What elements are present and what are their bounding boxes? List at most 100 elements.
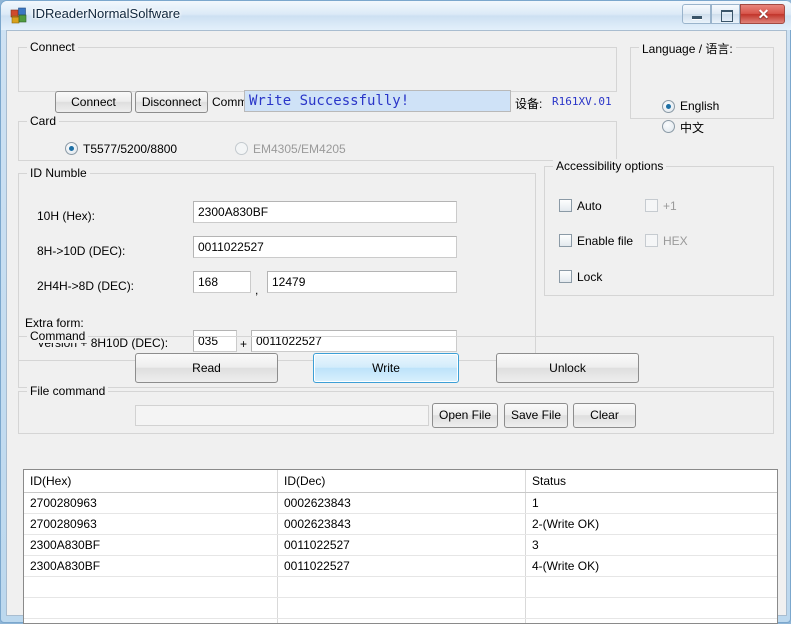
close-icon: ✕ <box>757 6 770 22</box>
card-group-title: Card <box>27 114 60 128</box>
row-divider-1 <box>277 598 278 618</box>
table-cell-status: 4-(Write OK) <box>532 559 600 573</box>
row-divider-2 <box>525 577 526 597</box>
label-extra-form: Extra form: <box>25 316 84 330</box>
label-2h4h-8d: 2H4H->8D (DEC): <box>37 279 135 293</box>
row-divider-1 <box>277 535 278 555</box>
table-cell-idhex: 2300A830BF <box>30 538 101 552</box>
maximize-button[interactable] <box>711 4 740 24</box>
label-language-english: English <box>680 99 720 113</box>
radio-language-chinese[interactable] <box>662 120 675 133</box>
table-cell-status: 2-(Write OK) <box>532 517 600 531</box>
row-divider-1 <box>277 556 278 576</box>
save-file-button[interactable]: Save File <box>504 403 568 428</box>
table-row[interactable] <box>24 598 777 619</box>
comm-status-field[interactable]: Write Successfully! <box>244 90 511 112</box>
label-hex: HEX <box>663 234 688 248</box>
column-header-id-dec[interactable]: ID(Dec) <box>278 470 325 492</box>
table-cell-iddec: 0011022527 <box>284 559 350 573</box>
minimize-icon <box>692 16 702 20</box>
table-cell-idhex: 2700280963 <box>30 517 97 531</box>
radio-card-t5577[interactable] <box>65 142 78 155</box>
label-lock: Lock <box>577 270 603 284</box>
table-row[interactable] <box>24 577 777 598</box>
table-cell-iddec: 0011022527 <box>284 538 350 552</box>
input-2h4h-8d-b[interactable]: 12479 <box>267 271 457 293</box>
connect-group-title: Connect <box>27 40 78 54</box>
row-divider-2 <box>525 514 526 534</box>
column-divider-1[interactable] <box>277 470 278 492</box>
radio-language-english[interactable] <box>662 100 675 113</box>
app-icon <box>10 7 27 24</box>
input-2h4h-8d-a[interactable]: 168 <box>193 271 251 293</box>
table-row[interactable]: 2700280963 0002623843 1 <box>24 493 777 514</box>
table-cell-status: 3 <box>532 538 539 552</box>
row-divider-1 <box>277 619 278 623</box>
radio-card-em4305 <box>235 142 248 155</box>
client-area: Connect Connect Disconnect Comm Write Su… <box>6 30 787 624</box>
input-8h-10d[interactable]: 0011022527 <box>193 236 457 258</box>
row-divider-2 <box>525 619 526 623</box>
connect-button[interactable]: Connect <box>55 91 132 113</box>
title-bar: IDReaderNormalSolfware ✕ <box>1 1 791 30</box>
device-value: R161XV.01 <box>552 95 612 108</box>
close-button[interactable]: ✕ <box>740 4 785 24</box>
label-card-t5577: T5577/5200/8800 <box>83 142 178 156</box>
window-title: IDReaderNormalSolfware <box>32 6 181 21</box>
row-divider-1 <box>277 514 278 534</box>
label-card-em4305: EM4305/EM4205 <box>253 142 346 156</box>
row-divider-1 <box>277 493 278 513</box>
column-header-status[interactable]: Status <box>526 470 566 492</box>
label-language-chinese: 中文 <box>680 121 705 135</box>
write-button[interactable]: Write <box>313 353 459 383</box>
read-button[interactable]: Read <box>135 353 278 383</box>
maximize-icon <box>721 10 733 22</box>
table-body: 2700280963 0002623843 1 2700280963 000262384… <box>24 493 777 623</box>
comm-label: Comm <box>212 95 248 109</box>
minimize-button[interactable] <box>682 4 711 24</box>
row-divider-2 <box>525 598 526 618</box>
checkbox-hex <box>645 234 658 247</box>
label-plus-one: +1 <box>663 199 677 213</box>
table-cell-status: 1 <box>532 496 539 510</box>
comm-status-text: Write Successfully! <box>249 93 410 109</box>
label-enable-file: Enable file <box>577 234 633 248</box>
accessibility-group-title: Accessibility options <box>553 159 667 173</box>
row-divider-2 <box>525 493 526 513</box>
table-row[interactable]: 2700280963 0002623843 2-(Write OK) <box>24 514 777 535</box>
row-divider-1 <box>277 577 278 597</box>
open-file-button[interactable]: Open File <box>432 403 498 428</box>
id-number-group-title: ID Numble <box>27 166 90 180</box>
checkbox-plus-one <box>645 199 658 212</box>
checkbox-auto[interactable] <box>559 199 572 212</box>
table-row[interactable]: 2300A830BF 0011022527 4-(Write OK) <box>24 556 777 577</box>
device-label: 设备: <box>515 97 543 111</box>
table-cell-iddec: 0002623843 <box>284 517 351 531</box>
disconnect-button[interactable]: Disconnect <box>135 91 208 113</box>
input-10h-hex[interactable]: 2300A830BF <box>193 201 457 223</box>
file-command-group-title: File command <box>27 384 109 398</box>
table-cell-idhex: 2700280963 <box>30 496 97 510</box>
row-divider-2 <box>525 535 526 555</box>
column-divider-2[interactable] <box>525 470 526 492</box>
checkbox-lock[interactable] <box>559 270 572 283</box>
language-group-title: Language / 语言: <box>639 40 736 57</box>
log-table[interactable]: ID(Hex) ID(Dec) Status 2700280963 0002623… <box>23 469 778 624</box>
file-path-input[interactable] <box>135 405 429 426</box>
checkbox-enable-file[interactable] <box>559 234 572 247</box>
table-cell-iddec: 0002623843 <box>284 496 351 510</box>
table-cell-idhex: 2300A830BF <box>30 559 101 573</box>
table-header-row: ID(Hex) ID(Dec) Status <box>24 470 777 493</box>
table-row[interactable] <box>24 619 777 623</box>
separator-comma: , <box>255 283 259 297</box>
column-header-id-hex[interactable]: ID(Hex) <box>24 470 71 492</box>
label-8h-10d: 8H->10D (DEC): <box>37 244 126 258</box>
table-row[interactable]: 2300A830BF 0011022527 3 <box>24 535 777 556</box>
connect-group: Connect <box>18 40 617 92</box>
clear-button[interactable]: Clear <box>573 403 636 428</box>
unlock-button[interactable]: Unlock <box>496 353 639 383</box>
label-auto: Auto <box>577 199 602 213</box>
application-window: IDReaderNormalSolfware ✕ Connect Connect… <box>0 0 791 624</box>
row-divider-2 <box>525 556 526 576</box>
label-10h-hex: 10H (Hex): <box>37 209 96 223</box>
